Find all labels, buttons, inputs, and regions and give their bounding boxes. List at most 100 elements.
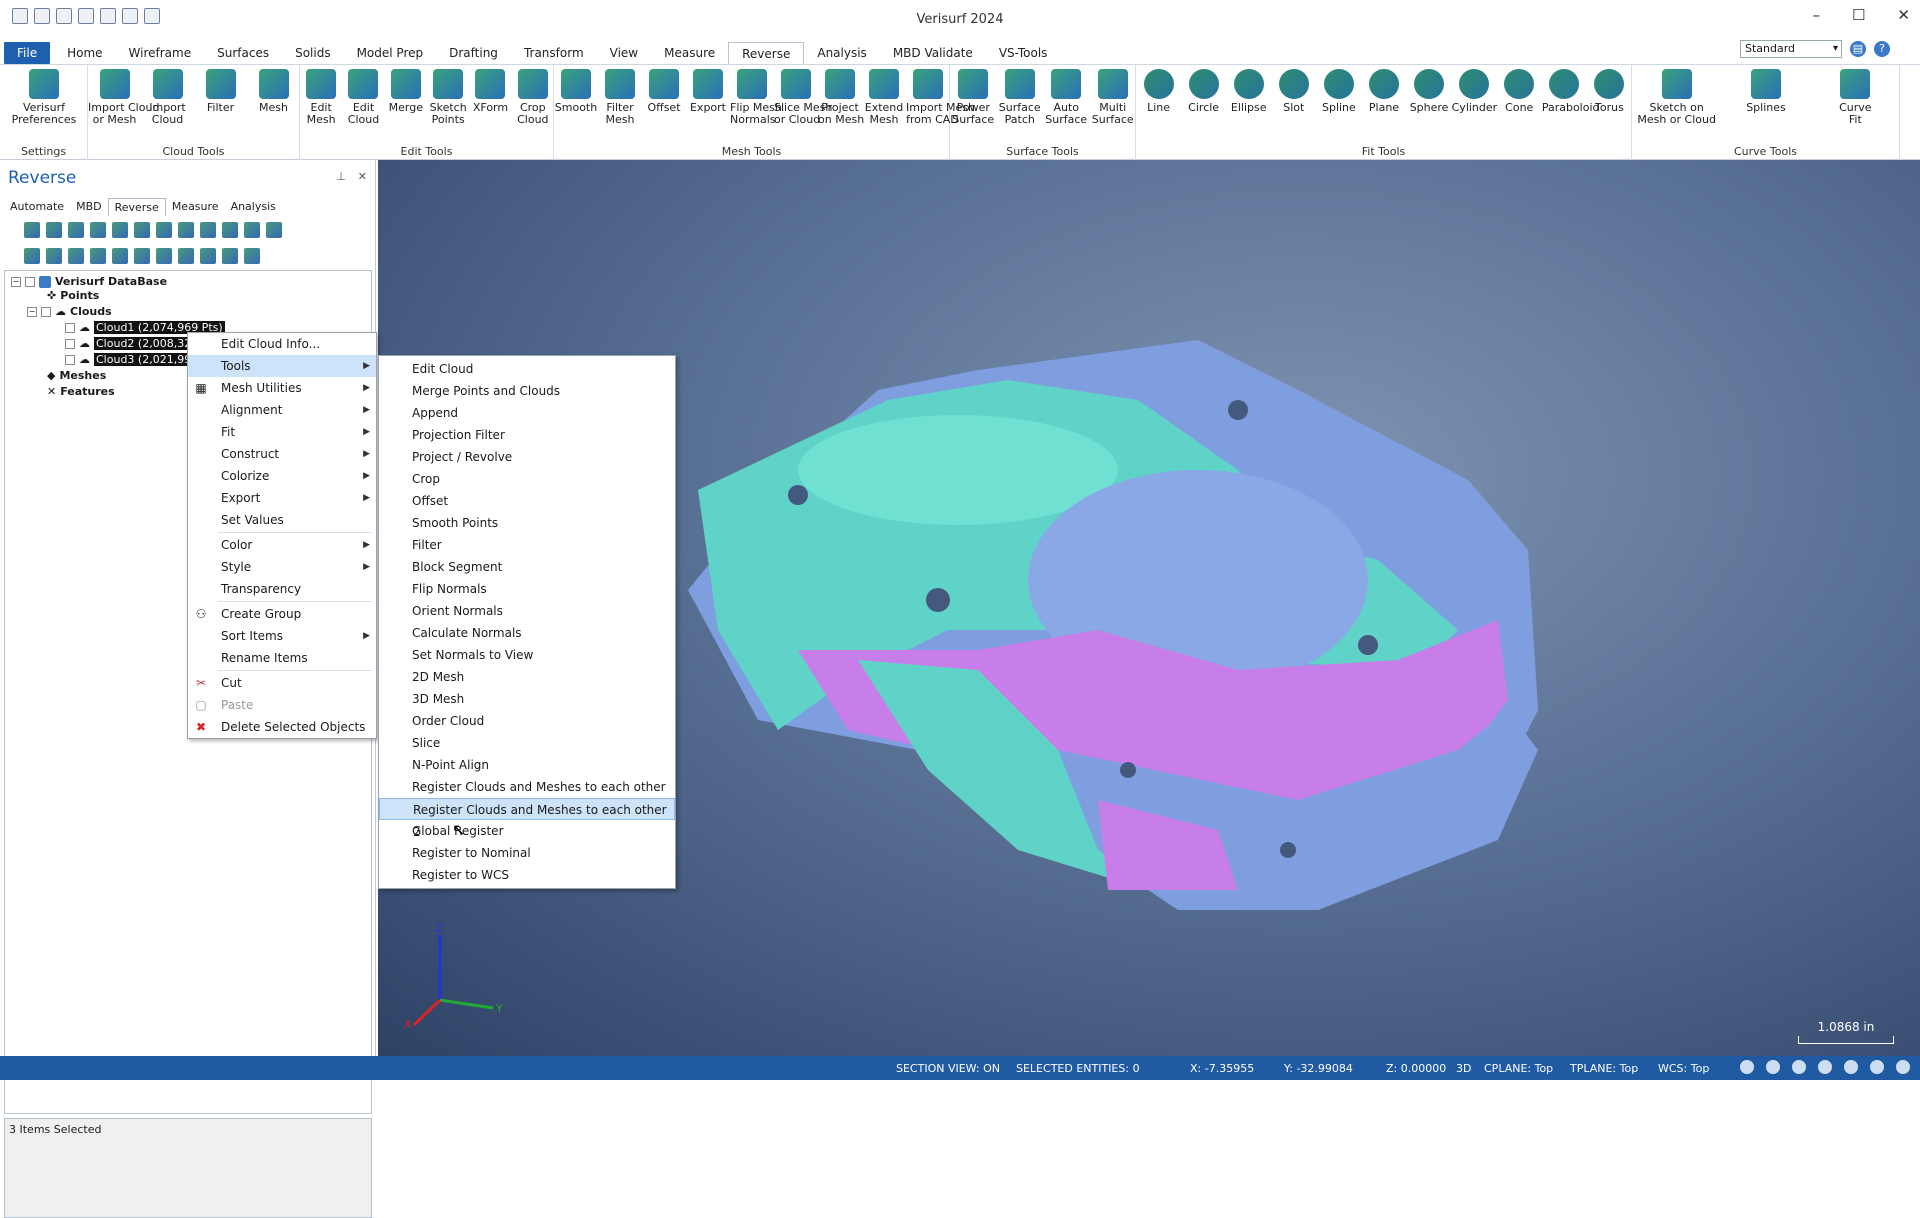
panel-tool-icon[interactable] (46, 248, 62, 264)
tab-wireframe[interactable]: Wireframe (116, 42, 205, 64)
ribbon-button-import-cloud[interactable]: Import Cloud (141, 69, 194, 126)
menu-item-edit-cloud-info[interactable]: Edit Cloud Info... (188, 333, 376, 355)
submenu-item-calculate-normals[interactable]: Calculate Normals (379, 622, 675, 644)
tree-points[interactable]: ✜ Points (47, 289, 99, 302)
tab-measure[interactable]: Measure (651, 42, 728, 64)
tab-file[interactable]: File (4, 42, 51, 64)
submenu-item-3d-mesh[interactable]: 3D Mesh (379, 688, 675, 710)
maximize-button[interactable]: ☐ (1852, 6, 1865, 24)
submenu-item-edit-cloud[interactable]: Edit Cloud (379, 358, 675, 380)
tab-surfaces[interactable]: Surfaces (204, 42, 282, 64)
ribbon-button-line[interactable]: Line (1136, 69, 1181, 114)
submenu-item-register-clouds-and-meshes-to-each-other[interactable]: Register Clouds and Meshes to each other (379, 776, 675, 798)
panel-tab-automate[interactable]: Automate (4, 198, 70, 216)
ribbon-button-sphere[interactable]: Sphere (1407, 69, 1452, 114)
ribbon-button-filter-mesh[interactable]: Filter Mesh (598, 69, 642, 126)
ribbon-button-sketch-points[interactable]: Sketch Points (427, 69, 469, 126)
tab-view[interactable]: View (597, 42, 651, 64)
ribbon-button-multi-surface[interactable]: Multi Surface (1090, 69, 1137, 126)
submenu-item-global-register[interactable]: Global Register (379, 820, 675, 842)
menu-item-cut[interactable]: ✂ Cut (188, 672, 376, 694)
ribbon-button-cone[interactable]: Cone (1497, 69, 1542, 114)
tree-clouds[interactable]: − ☁ Clouds (27, 305, 112, 318)
ribbon-button-offset[interactable]: Offset (642, 69, 686, 114)
tab-reverse[interactable]: Reverse (728, 42, 805, 64)
panel-tool-icon[interactable] (178, 248, 194, 264)
ribbon-button-flip-mesh-normals[interactable]: Flip Mesh Normals (730, 69, 782, 126)
tab-drafting[interactable]: Drafting (436, 42, 511, 64)
menu-item-mesh-utilities[interactable]: ▦ Mesh Utilities ▶ (188, 377, 376, 399)
ribbon-button-surface-patch[interactable]: Surface Patch (997, 69, 1044, 126)
tab-solids[interactable]: Solids (282, 42, 344, 64)
panel-tool-icon[interactable] (244, 222, 260, 238)
panel-tool-icon[interactable] (112, 248, 128, 264)
panel-tool-icon[interactable] (200, 248, 216, 264)
submenu-item-set-normals-to-view[interactable]: Set Normals to View (379, 644, 675, 666)
panel-tab-measure[interactable]: Measure (166, 198, 225, 216)
submenu-item-crop[interactable]: Crop (379, 468, 675, 490)
panel-tab-mbd[interactable]: MBD (70, 198, 108, 216)
panel-tool-icon[interactable] (156, 222, 172, 238)
panel-tool-icon[interactable] (200, 222, 216, 238)
panel-tool-icon[interactable] (24, 222, 40, 238)
menu-item-style[interactable]: Style ▶ (188, 556, 376, 578)
ribbon-button-import-cloud-or-mesh[interactable]: Import Cloud or Mesh (88, 69, 159, 126)
minimize-button[interactable]: – (1812, 6, 1820, 24)
panel-tool-icon[interactable] (112, 222, 128, 238)
globe-icon[interactable] (1766, 1060, 1780, 1074)
submenu-item-2d-mesh[interactable]: 2D Mesh (379, 666, 675, 688)
ribbon-button-auto-surface[interactable]: Auto Surface (1043, 69, 1090, 126)
menu-item-export[interactable]: Export ▶ (188, 487, 376, 509)
view-mode[interactable]: 3D (1456, 1062, 1471, 1075)
submenu-item-n-point-align[interactable]: N-Point Align (379, 754, 675, 776)
menu-item-delete-selected-objects[interactable]: ✖ Delete Selected Objects (188, 716, 376, 738)
tab-transform[interactable]: Transform (511, 42, 597, 64)
tree-cloud-item[interactable]: ☁ Cloud3 (2,021,999 (65, 353, 201, 366)
close-button[interactable]: ✕ (1897, 6, 1910, 24)
submenu-item-projection-filter[interactable]: Projection Filter (379, 424, 675, 446)
submenu-item-orient-normals[interactable]: Orient Normals (379, 600, 675, 622)
ribbon-button-xform[interactable]: XForm (469, 69, 511, 114)
panel-tool-icon[interactable] (24, 248, 40, 264)
sphere-shade-icon[interactable] (1896, 1060, 1910, 1074)
ribbon-button-power-surface[interactable]: Power Surface (950, 69, 997, 126)
ribbon-button-torus[interactable]: Torus (1587, 69, 1632, 114)
menu-item-alignment[interactable]: Alignment ▶ (188, 399, 376, 421)
panel-tab-analysis[interactable]: Analysis (225, 198, 282, 216)
menu-item-create-group[interactable]: ⚇ Create Group (188, 603, 376, 625)
menu-item-rename-items[interactable]: Rename Items (188, 647, 376, 669)
ribbon-button-edit-mesh[interactable]: Edit Mesh (300, 69, 342, 126)
wcs-status[interactable]: WCS: Top (1658, 1062, 1709, 1075)
ribbon-button-splines[interactable]: Splines (1721, 69, 1810, 114)
tplane-status[interactable]: TPLANE: Top (1570, 1062, 1638, 1075)
ribbon-button-spline[interactable]: Spline (1316, 69, 1361, 114)
panel-tool-icon[interactable] (46, 222, 62, 238)
menu-item-sort-items[interactable]: Sort Items ▶ (188, 625, 376, 647)
panel-tool-icon[interactable] (222, 248, 238, 264)
menu-item-tools[interactable]: Tools ▶ (188, 355, 376, 377)
panel-tool-icon[interactable] (266, 222, 282, 238)
sphere-shade-icon[interactable] (1844, 1060, 1858, 1074)
ribbon-button-merge[interactable]: Merge (385, 69, 427, 114)
ribbon-button-export[interactable]: Export (686, 69, 730, 114)
tab-vs-tools[interactable]: VS-Tools (986, 42, 1061, 64)
menu-item-construct[interactable]: Construct ▶ (188, 443, 376, 465)
tab-analysis[interactable]: Analysis (804, 42, 879, 64)
sphere-shade-icon[interactable] (1870, 1060, 1884, 1074)
menu-item-transparency[interactable]: Transparency (188, 578, 376, 600)
tree-root[interactable]: − Verisurf DataBase (11, 275, 167, 288)
submenu-item-project-revolve[interactable]: Project / Revolve (379, 446, 675, 468)
menu-item-colorize[interactable]: Colorize ▶ (188, 465, 376, 487)
ribbon-button-edit-cloud[interactable]: Edit Cloud (342, 69, 384, 126)
panel-tool-icon[interactable] (244, 248, 260, 264)
view-standard-select[interactable]: Standard (1740, 40, 1842, 58)
tab-mbd-validate[interactable]: MBD Validate (880, 42, 986, 64)
globe-icon[interactable] (1792, 1060, 1806, 1074)
tree-meshes[interactable]: ◆ Meshes (47, 369, 106, 382)
comment-icon[interactable]: ▤ (1850, 41, 1866, 57)
panel-tool-icon[interactable] (134, 248, 150, 264)
ribbon-button-mesh[interactable]: Mesh (247, 69, 300, 114)
sphere-shade-icon[interactable] (1818, 1060, 1832, 1074)
ribbon-button-slot[interactable]: Slot (1271, 69, 1316, 114)
ribbon-button-slice-mesh-or-cloud[interactable]: Slice Mesh or Cloud (774, 69, 832, 126)
